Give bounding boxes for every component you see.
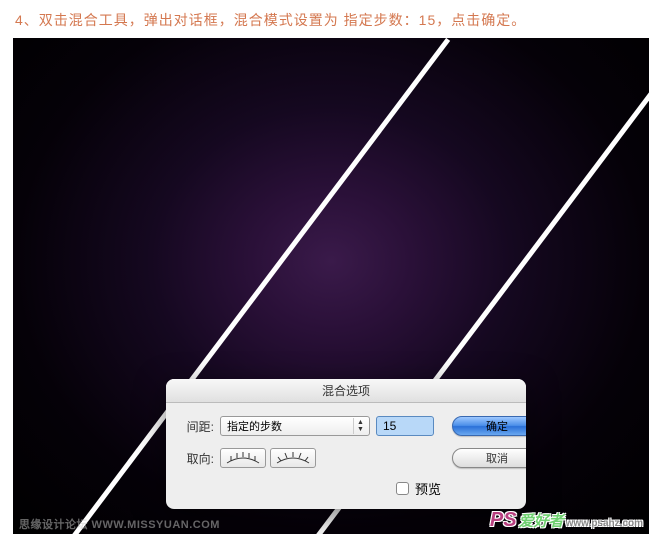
spacing-label: 间距:: [178, 418, 214, 435]
orientation-align-path-button[interactable]: [270, 448, 316, 468]
canvas-preview: 混合选项 间距: 指定的步数 ▲▼ 15 确定 取向:: [13, 38, 649, 534]
orientation-label: 取向:: [178, 450, 214, 467]
watermark-right: PS 爱好者 www.psahz.com: [490, 509, 643, 532]
align-page-icon: [225, 451, 261, 465]
dialog-title: 混合选项: [166, 379, 526, 403]
orientation-group: [220, 448, 370, 468]
watermark-ps: PS: [490, 509, 517, 532]
cancel-button[interactable]: 取消: [452, 448, 526, 468]
ok-button[interactable]: 确定: [452, 416, 526, 436]
blend-options-dialog: 混合选项 间距: 指定的步数 ▲▼ 15 确定 取向:: [166, 379, 526, 509]
align-path-icon: [275, 451, 311, 465]
watermark-url: www.psahz.com: [566, 518, 643, 529]
spacing-dropdown[interactable]: 指定的步数 ▲▼: [220, 416, 370, 436]
preview-row: 预览: [376, 479, 526, 498]
preview-label: 预览: [415, 479, 441, 498]
watermark-text: 爱好者: [519, 510, 564, 531]
stepper-arrows-icon[interactable]: ▲▼: [353, 418, 367, 434]
steps-input[interactable]: 15: [376, 416, 434, 436]
preview-checkbox[interactable]: [396, 482, 409, 495]
watermark-left: 思缘设计论坛 WWW.MISSYUAN.COM: [19, 516, 220, 532]
dropdown-value: 指定的步数: [227, 418, 282, 434]
orientation-align-page-button[interactable]: [220, 448, 266, 468]
dialog-body: 间距: 指定的步数 ▲▼ 15 确定 取向:: [166, 403, 526, 509]
instruction-text: 4、双击混合工具，弹出对话框，混合模式设置为 指定步数：15，点击确定。: [0, 0, 657, 38]
